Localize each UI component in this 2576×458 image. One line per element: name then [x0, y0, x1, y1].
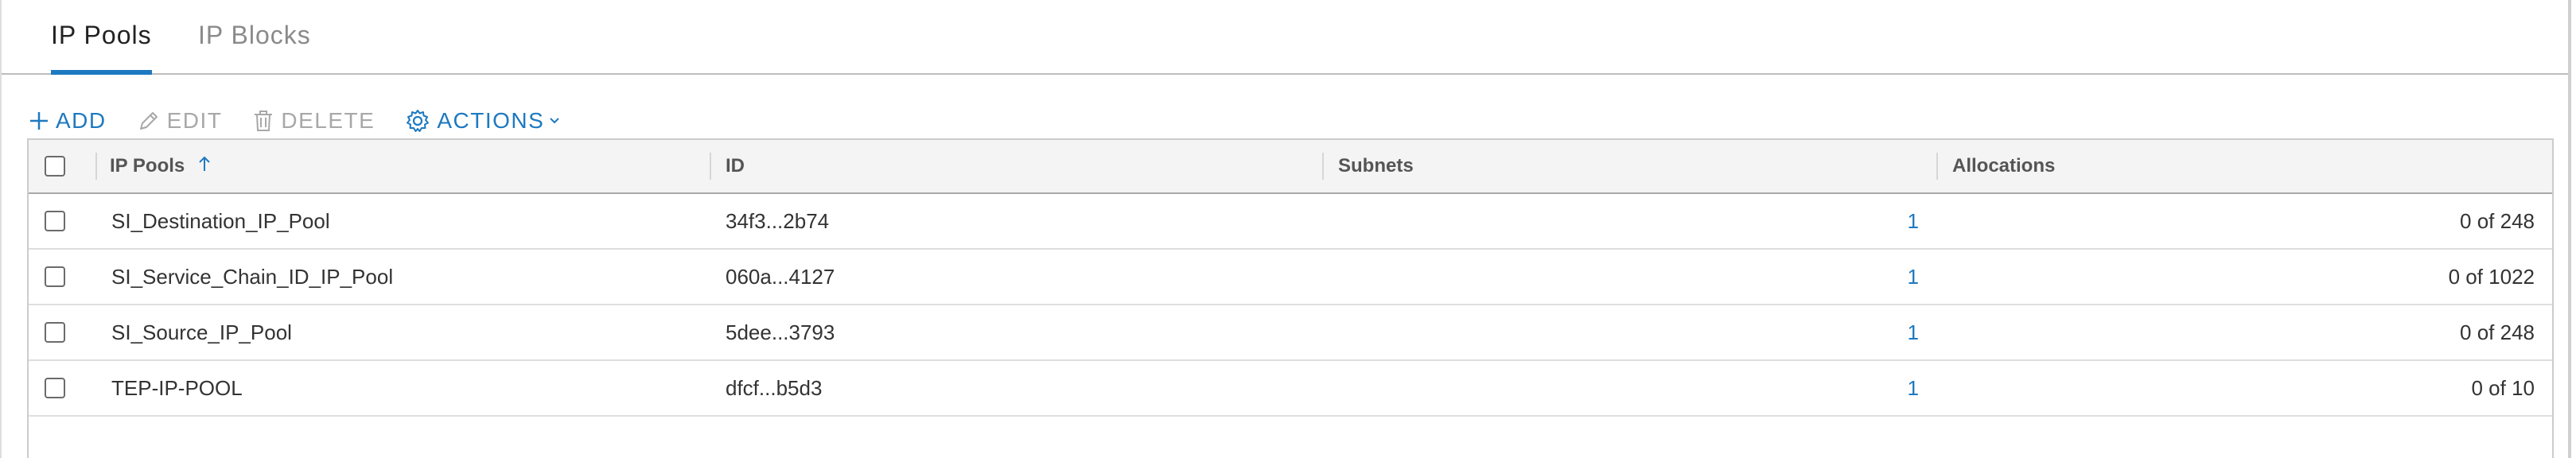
chevron-down-icon [549, 117, 560, 125]
table-row[interactable]: SI_Source_IP_Pool 5dee...3793 1 0 of 248 [29, 305, 2552, 361]
action-toolbar: ADD EDIT DELETE ACTIONS [29, 105, 590, 137]
tab-ip-blocks[interactable]: IP Blocks [198, 21, 311, 73]
tab-ip-blocks-label: IP Blocks [198, 21, 311, 49]
row-subnets-link[interactable]: 1 [1338, 250, 1919, 304]
row-name-cell: SI_Source_IP_Pool [111, 320, 292, 344]
edit-button[interactable]: EDIT [137, 108, 223, 134]
trash-icon [252, 109, 274, 133]
row-subnets-link[interactable]: 1 [1338, 305, 1919, 359]
row-id-cell: 5dee...3793 [726, 320, 835, 344]
tab-ip-pools-label: IP Pools [51, 21, 152, 49]
row-subnets-link[interactable]: 1 [1338, 194, 1919, 248]
table-row[interactable]: SI_Destination_IP_Pool 34f3...2b74 1 0 o… [29, 194, 2552, 250]
row-id-cell: 060a...4127 [726, 265, 835, 289]
active-tab-indicator [51, 70, 152, 75]
column-header-ip-pools[interactable]: IP Pools [110, 140, 211, 192]
table-row[interactable]: TEP-IP-POOL dfcf...b5d3 1 0 of 10 [29, 361, 2552, 417]
add-button[interactable]: ADD [29, 108, 107, 134]
column-separator [95, 153, 97, 180]
actions-menu-button[interactable]: ACTIONS [405, 108, 560, 134]
row-name-cell: SI_Service_Chain_ID_IP_Pool [111, 265, 394, 289]
column-separator [1322, 153, 1324, 180]
row-allocations-cell: 0 of 248 [2460, 320, 2535, 344]
sort-up-arrow-icon[interactable] [198, 141, 211, 193]
delete-button-label: DELETE [281, 108, 376, 133]
edit-button-label: EDIT [166, 108, 223, 133]
plus-icon [29, 111, 49, 131]
delete-button[interactable]: DELETE [252, 108, 375, 134]
select-all-checkbox[interactable] [45, 156, 65, 177]
tab-bar: IP Pools IP Blocks [2, 0, 2568, 75]
column-header-subnets[interactable]: Subnets [1338, 140, 1414, 192]
row-select-checkbox[interactable] [45, 322, 65, 343]
row-id-cell: 34f3...2b74 [726, 209, 830, 233]
column-separator [710, 153, 711, 180]
column-header-allocations[interactable]: Allocations [1952, 140, 2055, 192]
row-select-checkbox[interactable] [45, 378, 65, 398]
app-frame: IP Pools IP Blocks ADD EDIT DELETE ACTIO… [0, 0, 2571, 458]
table-header-row: IP Pools ID Subnets Allocations [29, 140, 2552, 194]
row-subnets-link[interactable]: 1 [1338, 361, 1919, 415]
row-allocations-cell: 0 of 248 [2460, 209, 2535, 233]
column-header-id[interactable]: ID [726, 140, 745, 192]
column-header-ip-pools-label: IP Pools [110, 155, 185, 177]
ip-pools-table: IP Pools ID Subnets Allocations SI_Desti… [27, 138, 2554, 458]
add-button-label: ADD [56, 108, 107, 133]
pencil-icon [137, 109, 161, 133]
row-select-checkbox[interactable] [45, 266, 65, 287]
row-id-cell: dfcf...b5d3 [726, 376, 823, 400]
row-allocations-cell: 0 of 10 [2471, 376, 2535, 400]
actions-menu-label: ACTIONS [437, 108, 545, 133]
row-name-cell: TEP-IP-POOL [111, 376, 243, 400]
gear-icon [405, 108, 430, 134]
column-separator [1936, 153, 1938, 180]
table-row[interactable]: SI_Service_Chain_ID_IP_Pool 060a...4127 … [29, 250, 2552, 305]
row-select-checkbox[interactable] [45, 211, 65, 231]
row-allocations-cell: 0 of 1022 [2448, 265, 2535, 289]
tab-ip-pools[interactable]: IP Pools [51, 21, 152, 75]
row-name-cell: SI_Destination_IP_Pool [111, 209, 330, 233]
